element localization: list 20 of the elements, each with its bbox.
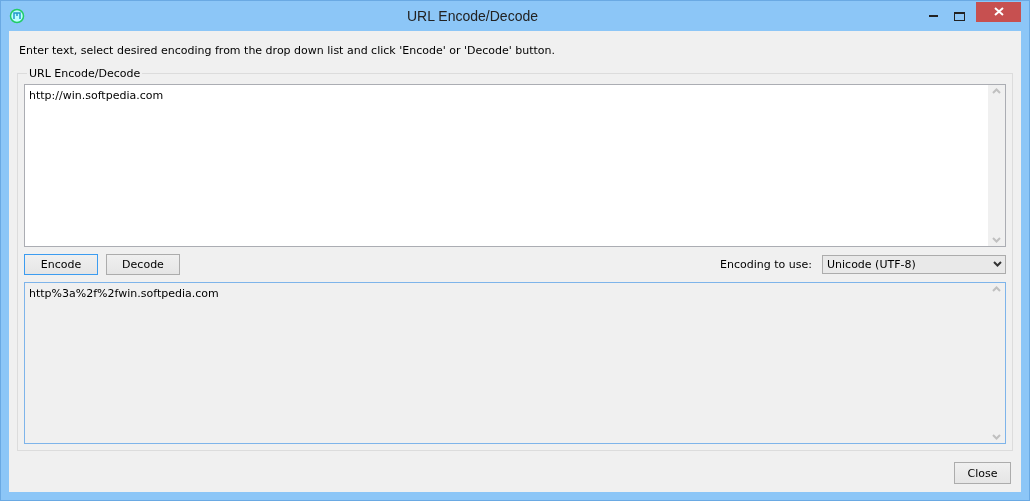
input-field[interactable]: http://win.softpedia.com	[24, 84, 1006, 247]
close-window-button[interactable]	[976, 1, 1021, 22]
action-button[interactable]: Decode	[106, 253, 180, 275]
maximize-icon	[953, 11, 965, 21]
scroll-up-icon[interactable]	[992, 88, 1001, 94]
scroll-up-icon[interactable]	[992, 285, 1001, 292]
instruction-text: Enter text, select desired encoding from the drop down list and click 'Encode' or 'Decode' button.	[19, 44, 557, 57]
output-field[interactable]: http%3a%2f%2fwin.softpedia.com	[24, 281, 1006, 444]
group-title: URL Encode/Decode	[28, 67, 142, 80]
close-icon	[993, 7, 1004, 16]
minimize-icon	[928, 15, 938, 17]
scroll-down-icon[interactable]	[992, 434, 1001, 440]
app-icon	[9, 8, 25, 24]
encoding-dropdown[interactable]: Unicode (UTF-8)	[822, 254, 1006, 274]
scrollbar[interactable]	[988, 85, 1005, 246]
action-button[interactable]: Encode	[24, 253, 98, 275]
encoding-label: Encoding to use:	[720, 257, 812, 271]
scroll-down-icon[interactable]	[992, 236, 1001, 243]
close-button[interactable]: Close	[954, 462, 1011, 484]
window-title: URL Encode/Decode	[406, 8, 539, 24]
